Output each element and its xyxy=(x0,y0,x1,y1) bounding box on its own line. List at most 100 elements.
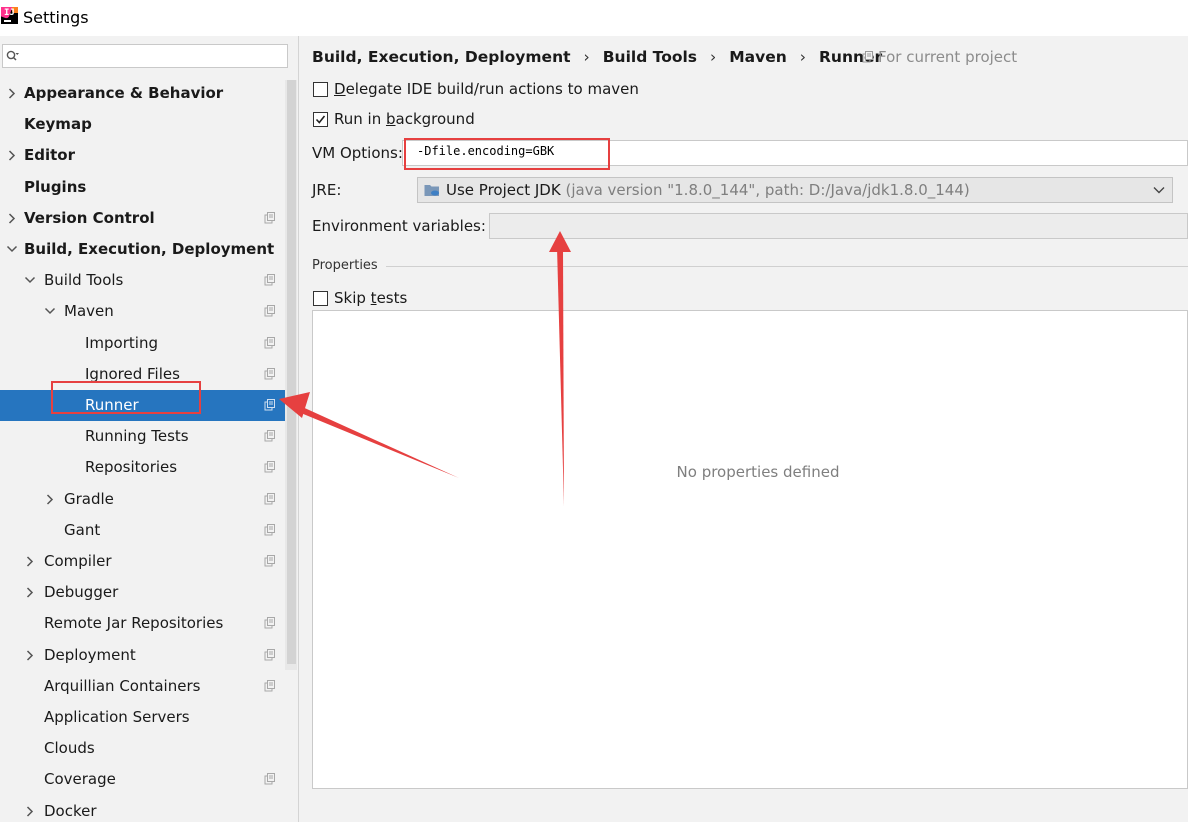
project-scope-icon xyxy=(264,461,275,473)
chevron-down-icon[interactable] xyxy=(6,234,18,265)
settings-sidebar: Appearance & Behavior Keymap Editor Plugins… xyxy=(0,36,299,822)
env-vars-input[interactable] xyxy=(489,213,1188,239)
project-scope-icon xyxy=(264,555,275,567)
sidebar-item-ignored-files[interactable]: Ignored Files xyxy=(0,359,285,390)
breadcrumb-separator: › xyxy=(583,48,590,66)
sidebar-item-label: Clouds xyxy=(44,739,95,758)
env-vars-label: Environment variables: xyxy=(312,217,486,235)
properties-table[interactable]: No properties defined xyxy=(312,310,1188,789)
sidebar-item-importing[interactable]: Importing xyxy=(0,328,285,359)
sidebar-item-gant[interactable]: Gant xyxy=(0,515,285,546)
sidebar-item-label: Editor xyxy=(24,146,75,165)
sidebar-item-label: Keymap xyxy=(24,115,92,134)
chevron-right-icon[interactable] xyxy=(44,484,56,515)
sidebar-item-repositories[interactable]: Repositories xyxy=(0,452,285,483)
sidebar-item-remote-jar-repositories[interactable]: Remote Jar Repositories xyxy=(0,608,285,639)
sidebar-item-label: Build, Execution, Deployment xyxy=(24,240,275,258)
chevron-right-icon[interactable] xyxy=(24,640,36,671)
chevron-right-icon[interactable] xyxy=(24,796,36,822)
sidebar-item-coverage[interactable]: Coverage xyxy=(0,764,285,795)
sidebar-item-label: Plugins xyxy=(24,177,87,196)
sidebar-item-label: Application Servers xyxy=(44,708,190,726)
run-in-background-label[interactable]: Run in background xyxy=(334,110,475,128)
scope-label: For current project xyxy=(878,48,1018,66)
vm-options-input[interactable]: -Dfile.encoding=GBK xyxy=(402,140,1188,166)
sidebar-item-label: Runner xyxy=(85,396,139,414)
jdk-folder-icon xyxy=(424,185,439,196)
chevron-down-icon[interactable] xyxy=(24,265,36,296)
run-in-background-checkbox[interactable] xyxy=(313,112,328,127)
label-text: Skip xyxy=(334,289,371,307)
jre-value: Use Project JDK xyxy=(446,181,561,199)
skip-tests-label[interactable]: Skip tests xyxy=(334,289,407,307)
project-scope-icon xyxy=(264,679,275,692)
sidebar-item-arquillian-containers[interactable]: Arquillian Containers xyxy=(0,671,285,702)
sidebar-item-label: Importing xyxy=(85,333,158,352)
sidebar-scrollbar-thumb[interactable] xyxy=(287,80,296,664)
vm-options-value: -Dfile.encoding=GBK xyxy=(417,144,555,158)
jre-select[interactable]: Use Project JDK (java version "1.8.0_144… xyxy=(417,177,1173,203)
sidebar-item-label: Build Tools xyxy=(44,271,124,290)
chevron-right-icon[interactable] xyxy=(6,78,18,109)
sidebar-item-label: Debugger xyxy=(44,583,119,602)
sidebar-item-label: Compiler xyxy=(44,552,112,570)
breadcrumb-item: Maven xyxy=(729,48,787,66)
scope-indicator: For current project xyxy=(862,46,1017,68)
sidebar-item-maven[interactable]: Maven xyxy=(0,296,285,327)
project-scope-icon xyxy=(264,305,275,317)
sidebar-item-appearance-behavior[interactable]: Appearance & Behavior xyxy=(0,78,285,109)
sidebar-item-debugger[interactable]: Debugger xyxy=(0,577,285,608)
sidebar-item-deployment[interactable]: Deployment xyxy=(0,640,285,671)
mnemonic-letter: D xyxy=(334,80,346,98)
search-icon xyxy=(6,50,19,61)
sidebar-item-plugins[interactable]: Plugins xyxy=(0,172,285,203)
sidebar-item-build-tools[interactable]: Build Tools xyxy=(0,265,285,296)
chevron-right-icon[interactable] xyxy=(6,203,18,234)
chevron-down-icon[interactable] xyxy=(44,296,56,327)
sidebar-item-build-execution-deployment[interactable]: Build, Execution, Deployment xyxy=(0,234,285,265)
chevron-right-icon[interactable] xyxy=(24,546,36,577)
sidebar-item-label: Remote Jar Repositories xyxy=(44,614,224,633)
sidebar-item-docker[interactable]: Docker xyxy=(0,796,285,822)
sidebar-item-label: Docker xyxy=(44,801,97,820)
sidebar-item-runner[interactable]: Runner xyxy=(0,390,285,421)
chevron-down-icon[interactable] xyxy=(1152,184,1166,196)
project-scope-icon xyxy=(264,773,275,785)
sidebar-item-gradle[interactable]: Gradle xyxy=(0,484,285,515)
jre-label: JRE: xyxy=(312,181,342,199)
sidebar-item-compiler[interactable]: Compiler xyxy=(0,546,285,577)
label-text: ackground xyxy=(395,110,475,128)
sidebar-item-clouds[interactable]: Clouds xyxy=(0,733,285,764)
settings-content-panel: Build, Execution, Deployment › Build Tools… xyxy=(299,36,1188,822)
sidebar-item-application-servers[interactable]: Application Servers xyxy=(0,702,285,733)
project-scope-icon xyxy=(862,51,873,63)
delegate-to-maven-label[interactable]: Delegate IDE build/run actions to maven xyxy=(334,80,639,98)
project-scope-icon xyxy=(264,274,275,286)
chevron-right-icon[interactable] xyxy=(6,140,18,171)
section-divider xyxy=(386,266,1188,267)
project-scope-icon xyxy=(264,492,275,505)
project-scope-icon xyxy=(264,336,275,349)
sidebar-item-keymap[interactable]: Keymap xyxy=(0,109,285,140)
jre-hint: (java version "1.8.0_144", path: D:/Java… xyxy=(565,181,970,199)
sidebar-item-label: Version Control xyxy=(24,208,155,227)
checkmark-icon xyxy=(315,115,326,124)
sidebar-item-label: Ignored Files xyxy=(85,364,180,383)
settings-search-input[interactable] xyxy=(2,44,288,68)
label-text: elegate IDE build/run actions to maven xyxy=(345,80,639,98)
project-scope-icon xyxy=(264,399,275,411)
sidebar-item-editor[interactable]: Editor xyxy=(0,140,285,171)
intellij-app-icon: IJ xyxy=(1,7,18,24)
chevron-right-icon[interactable] xyxy=(24,577,36,608)
sidebar-item-version-control[interactable]: Version Control xyxy=(0,203,285,234)
sidebar-item-label: Arquillian Containers xyxy=(44,676,201,695)
label-text: Run in xyxy=(334,110,386,128)
sidebar-item-label: Coverage xyxy=(44,770,116,789)
project-scope-icon xyxy=(264,367,275,380)
empty-properties-message: No properties defined xyxy=(676,463,840,481)
search-field[interactable] xyxy=(23,46,287,68)
sidebar-item-running-tests[interactable]: Running Tests xyxy=(0,421,285,452)
delegate-to-maven-checkbox[interactable] xyxy=(313,82,328,97)
skip-tests-checkbox[interactable] xyxy=(313,291,328,306)
mnemonic-letter: b xyxy=(385,110,396,128)
